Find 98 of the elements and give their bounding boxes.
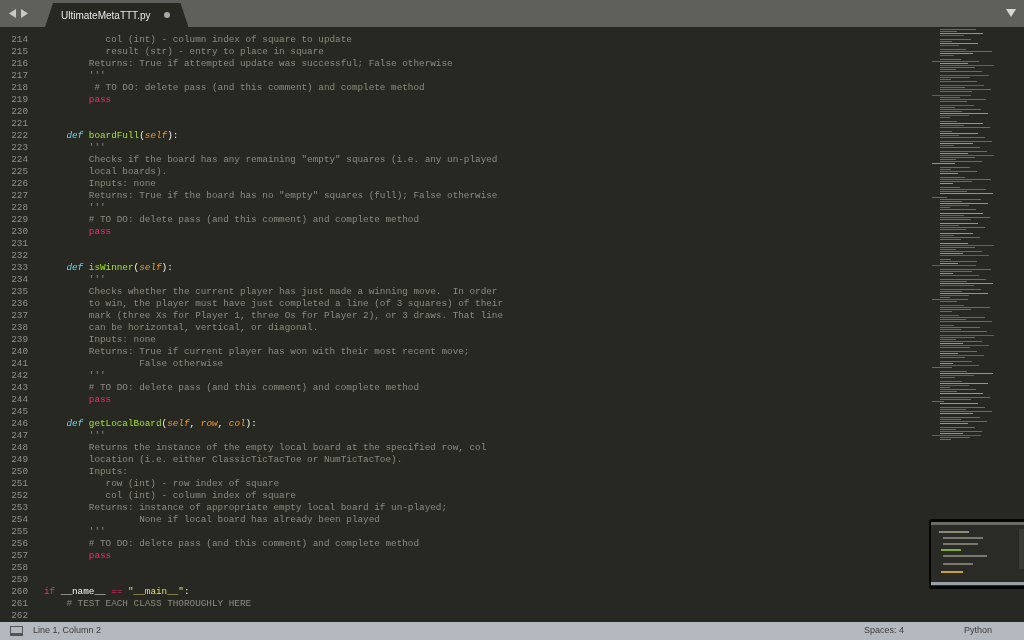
forward-icon[interactable]: [21, 9, 28, 18]
line-number: 234: [10, 274, 28, 286]
line-number: 222: [10, 130, 28, 142]
code-line: if __name__ == "__main__":: [44, 586, 190, 598]
syntax-setting[interactable]: Python: [963, 624, 992, 638]
code-line: Checks whether the current player has just made a winning move. In order: [87, 286, 498, 298]
line-number: 240: [10, 346, 28, 358]
code-line: local boards).: [87, 166, 168, 178]
code-line: pass: [87, 226, 112, 238]
code-line: Returns: True if current player has won with their most recent move;: [87, 346, 470, 358]
line-number: 246: [10, 418, 28, 430]
line-number: 244: [10, 394, 28, 406]
line-number: 214: [10, 34, 28, 46]
code-line: Inputs: none: [87, 178, 156, 190]
cursor-position: Line 1, Column 2: [33, 624, 102, 638]
line-number: 217: [10, 70, 28, 82]
code-line: None if local board has already been played: [138, 514, 380, 526]
line-number: 219: [10, 94, 28, 106]
code-line: result (str) - entry to place in square: [104, 46, 324, 58]
code-line: ''': [87, 274, 106, 286]
code-line: Returns the instance of the empty local board at the specified row, col: [87, 442, 487, 454]
code-line: Returns: True if attempted update was successful; False otherwise: [87, 58, 453, 70]
line-number: 243: [10, 382, 28, 394]
line-number: 250: [10, 466, 28, 478]
line-number: 229: [10, 214, 28, 226]
line-number: 231: [10, 238, 28, 250]
code-line: col (int) - column index of square to update: [104, 34, 352, 46]
file-tab[interactable]: UltimateMetaTTT.py: [45, 3, 189, 27]
dropdown-icon[interactable]: [1006, 9, 1016, 17]
code-line: # TO DO: delete pass (and this comment) and complete method: [87, 538, 420, 550]
code-line: ''': [87, 370, 106, 382]
code-line: False otherwise: [138, 358, 224, 370]
code-line: pass: [87, 394, 112, 406]
line-number: 262: [10, 610, 28, 622]
code-line: # TO DO: delete pass (and this comment) and complete method: [87, 214, 420, 226]
line-number: 216: [10, 58, 28, 70]
code-line: row (int) - row index of square: [104, 478, 280, 490]
line-number: 260: [10, 586, 28, 598]
code-line: Checks if the board has any remaining "empty" squares (i.e. any un-played: [87, 154, 498, 166]
line-number: 252: [10, 490, 28, 502]
line-number: 238: [10, 322, 28, 334]
line-number: 226: [10, 178, 28, 190]
line-number: 235: [10, 286, 28, 298]
line-number: 257: [10, 550, 28, 562]
line-number: 227: [10, 190, 28, 202]
line-number: 242: [10, 370, 28, 382]
line-number: 228: [10, 202, 28, 214]
line-number: 218: [10, 82, 28, 94]
code-line: # TO DO: delete pass (and this comment) and complete method: [93, 82, 425, 94]
code-line: mark (three Xs for Player 1, three Os for Player 2), or 3 draws. That line: [87, 310, 504, 322]
code-line: can be horizontal, vertical, or diagonal.: [87, 322, 319, 334]
line-number: 236: [10, 298, 28, 310]
indentation-setting[interactable]: Spaces: 4: [863, 624, 904, 638]
code-line: Returns: True if the board has no "empty" squares (full); False otherwise: [87, 190, 498, 202]
line-number: 237: [10, 310, 28, 322]
code-line: Inputs: none: [87, 334, 156, 346]
code-line: col (int) - column index of square: [104, 490, 296, 502]
code-line: ''': [87, 142, 106, 154]
code-line: Inputs:: [87, 466, 128, 478]
line-number: 254: [10, 514, 28, 526]
line-number: 225: [10, 166, 28, 178]
code-line: ''': [87, 202, 106, 214]
line-number: 221: [10, 118, 28, 130]
line-number: 249: [10, 454, 28, 466]
line-number: 259: [10, 574, 28, 586]
line-number: 241: [10, 358, 28, 370]
line-number: 255: [10, 526, 28, 538]
code-line: Returns: instance of appropriate empty local board if un-played;: [87, 502, 448, 514]
code-line: location (i.e. either ClassicTicTacToe or NumTicTacToe).: [87, 454, 403, 466]
line-number: 233: [10, 262, 28, 274]
code-line: def getLocalBoard(self, row, col):: [65, 418, 257, 430]
line-number: 239: [10, 334, 28, 346]
code-line: pass: [87, 94, 112, 106]
code-line: pass: [87, 550, 112, 562]
code-line: ''': [87, 526, 106, 538]
line-number: 223: [10, 142, 28, 154]
line-number: 258: [10, 562, 28, 574]
code-line: def isWinner(self):: [65, 262, 173, 274]
line-number: 247: [10, 430, 28, 442]
line-number: 232: [10, 250, 28, 262]
line-number: 253: [10, 502, 28, 514]
line-number: 230: [10, 226, 28, 238]
line-number: 224: [10, 154, 28, 166]
line-number: 248: [10, 442, 28, 454]
code-line: ''': [87, 70, 106, 82]
line-number: 220: [10, 106, 28, 118]
code-line: # TEST EACH CLASS THOROUGHLY HERE: [65, 598, 252, 610]
line-number: 215: [10, 46, 28, 58]
code-line: ''': [87, 430, 106, 442]
code-line: # TO DO: delete pass (and this comment) and complete method: [87, 382, 420, 394]
line-number: 251: [10, 478, 28, 490]
panel-icon[interactable]: [10, 626, 23, 636]
back-icon[interactable]: [9, 9, 16, 18]
line-number: 256: [10, 538, 28, 550]
code-line: to win, the player must have just completed a line (of 3 squares) of their: [87, 298, 504, 310]
code-line: def boardFull(self):: [65, 130, 179, 142]
line-number: 245: [10, 406, 28, 418]
line-number: 261: [10, 598, 28, 610]
